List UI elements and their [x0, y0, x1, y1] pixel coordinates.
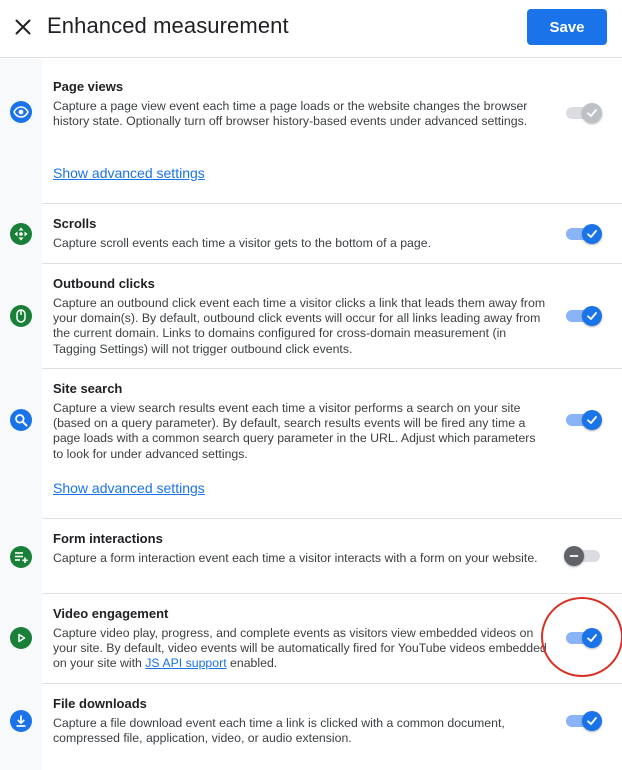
scrolls-toggle[interactable] — [564, 223, 602, 245]
toggle-thumb — [582, 410, 602, 430]
outbound-clicks-toggle[interactable] — [564, 305, 602, 327]
setting-row-site-search: Site search Capture a view search result… — [10, 369, 622, 519]
setting-row-video-engagement: Video engagement Capture video play, pro… — [10, 594, 622, 684]
setting-row-outbound-clicks: Outbound clicks Capture an outbound clic… — [10, 264, 622, 369]
scroll-icon — [10, 223, 32, 245]
check-icon — [587, 717, 597, 725]
play-icon — [10, 627, 32, 649]
minus-icon — [569, 555, 579, 557]
description-text: enabled. — [226, 656, 278, 671]
setting-description: Capture a form interaction event each ti… — [53, 551, 538, 565]
setting-title: Form interactions — [53, 531, 163, 546]
check-icon — [587, 230, 597, 238]
close-icon — [15, 19, 31, 35]
setting-row-scrolls: Scrolls Capture scroll events each time … — [10, 204, 622, 264]
close-button[interactable] — [10, 14, 36, 40]
toggle-thumb — [582, 224, 602, 244]
toggle-thumb — [582, 628, 602, 648]
toggle-thumb — [582, 306, 602, 326]
check-icon — [587, 634, 597, 642]
description-text: Capture video play, progress, and comple… — [53, 626, 547, 671]
form-interactions-toggle[interactable] — [564, 545, 602, 567]
setting-title: Outbound clicks — [53, 276, 155, 291]
check-icon — [587, 109, 597, 117]
setting-title: Page views — [53, 79, 124, 94]
toggle-thumb — [582, 711, 602, 731]
setting-description: Capture an outbound click event each tim… — [53, 296, 546, 356]
js-api-support-link[interactable]: JS API support — [145, 656, 226, 670]
check-icon — [587, 312, 597, 320]
video-engagement-toggle[interactable] — [564, 627, 602, 649]
toggle-thumb — [582, 103, 602, 123]
setting-row-page-views: Page views Capture a page view event eac… — [10, 59, 622, 204]
show-advanced-settings-link[interactable]: Show advanced settings — [53, 165, 205, 181]
setting-description: Capture a view search results event each… — [53, 401, 536, 461]
setting-description: Capture a file download event each time … — [53, 716, 505, 746]
file-downloads-toggle[interactable] — [564, 710, 602, 732]
mouse-icon — [10, 305, 32, 327]
setting-row-file-downloads: File downloads Capture a file download e… — [10, 684, 622, 770]
check-icon — [587, 416, 597, 424]
toggle-thumb — [564, 546, 584, 566]
setting-title: Video engagement — [53, 606, 169, 621]
search-icon — [10, 409, 32, 431]
dialog-header: Enhanced measurement Save — [0, 0, 622, 58]
setting-title: Scrolls — [53, 216, 97, 231]
setting-title: Site search — [53, 381, 123, 396]
setting-description: Capture scroll events each time a visito… — [53, 236, 431, 250]
form-icon — [10, 546, 32, 568]
eye-icon — [10, 101, 32, 123]
page-title: Enhanced measurement — [47, 13, 289, 38]
setting-description: Capture a page view event each time a pa… — [53, 99, 528, 129]
page-views-toggle[interactable] — [564, 102, 602, 124]
show-advanced-settings-link[interactable]: Show advanced settings — [53, 480, 205, 496]
site-search-toggle[interactable] — [564, 409, 602, 431]
setting-row-form-interactions: Form interactions Capture a form interac… — [10, 519, 622, 594]
setting-description: Capture video play, progress, and comple… — [53, 626, 548, 672]
save-button[interactable]: Save — [527, 9, 607, 45]
download-icon — [10, 710, 32, 732]
setting-title: File downloads — [53, 696, 147, 711]
